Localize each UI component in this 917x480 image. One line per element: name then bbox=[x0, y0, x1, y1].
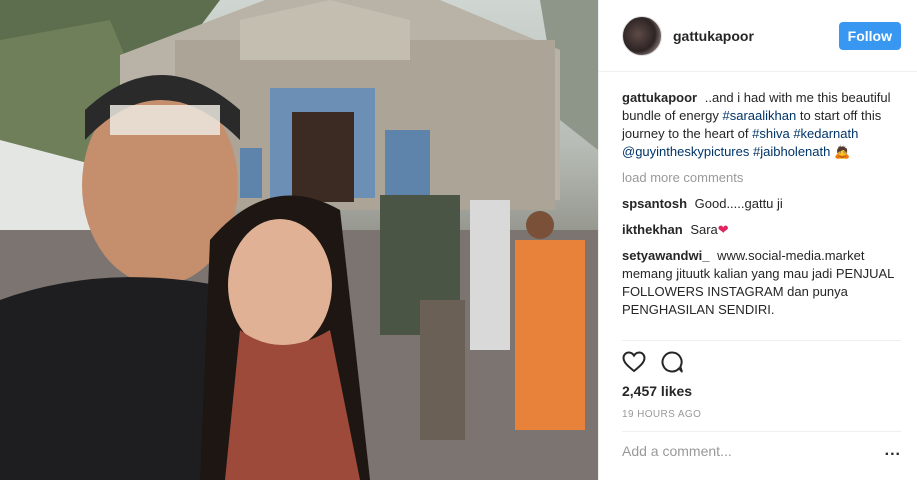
heart-icon[interactable] bbox=[622, 350, 646, 374]
comment-icon[interactable] bbox=[660, 350, 684, 374]
follow-button[interactable]: Follow bbox=[838, 21, 901, 50]
hashtag-shiva[interactable]: #shiva bbox=[752, 126, 790, 141]
post-photo-illustration bbox=[0, 0, 598, 480]
post-photo[interactable] bbox=[0, 0, 598, 480]
instagram-post: gattukapoor Follow gattukapoor ..and i h… bbox=[0, 0, 917, 480]
comment-username[interactable]: setyawandwi_ bbox=[622, 248, 709, 263]
hashtag-jaibholenath[interactable]: #jaibholenath bbox=[753, 144, 830, 159]
comment-item: spsantosh Good.....gattu ji bbox=[622, 195, 901, 213]
divider bbox=[622, 431, 901, 432]
post-header: gattukapoor Follow bbox=[599, 0, 917, 72]
hashtag-kedarnath[interactable]: #kedarnath bbox=[793, 126, 858, 141]
likes-count[interactable]: 2,457 likes bbox=[622, 383, 692, 399]
post-actions bbox=[622, 350, 684, 374]
caption-username[interactable]: gattukapoor bbox=[622, 90, 697, 105]
heart-emoji: ❤ bbox=[717, 222, 729, 237]
more-options-icon[interactable]: ... bbox=[885, 443, 901, 459]
load-more-comments-button[interactable]: load more comments bbox=[622, 169, 901, 187]
comment-item: setyawandwi_ www.social-media.market mem… bbox=[622, 247, 901, 319]
mention-guyintheskypictures[interactable]: @guyintheskypictures bbox=[622, 144, 749, 159]
hashtag-saraalikhan[interactable]: #saraalikhan bbox=[722, 108, 796, 123]
bowing-emoji: 🙇 bbox=[833, 144, 851, 159]
header-username[interactable]: gattukapoor bbox=[673, 28, 839, 44]
post-sidebar: gattukapoor Follow gattukapoor ..and i h… bbox=[598, 0, 917, 480]
post-timestamp: 19 HOURS AGO bbox=[622, 409, 702, 420]
comment-username[interactable]: ikthekhan bbox=[622, 222, 683, 237]
comment-username[interactable]: spsantosh bbox=[622, 196, 687, 211]
add-comment-input[interactable] bbox=[622, 443, 872, 459]
comment-text: Good.....gattu ji bbox=[694, 196, 783, 211]
comment-text: Sara bbox=[690, 222, 718, 237]
comment-item: ikthekhan Sara❤ bbox=[622, 221, 901, 239]
avatar[interactable] bbox=[622, 15, 662, 56]
comments-section: gattukapoor ..and i had with me this bea… bbox=[599, 72, 917, 319]
divider bbox=[622, 340, 901, 341]
post-caption: gattukapoor ..and i had with me this bea… bbox=[622, 89, 901, 161]
